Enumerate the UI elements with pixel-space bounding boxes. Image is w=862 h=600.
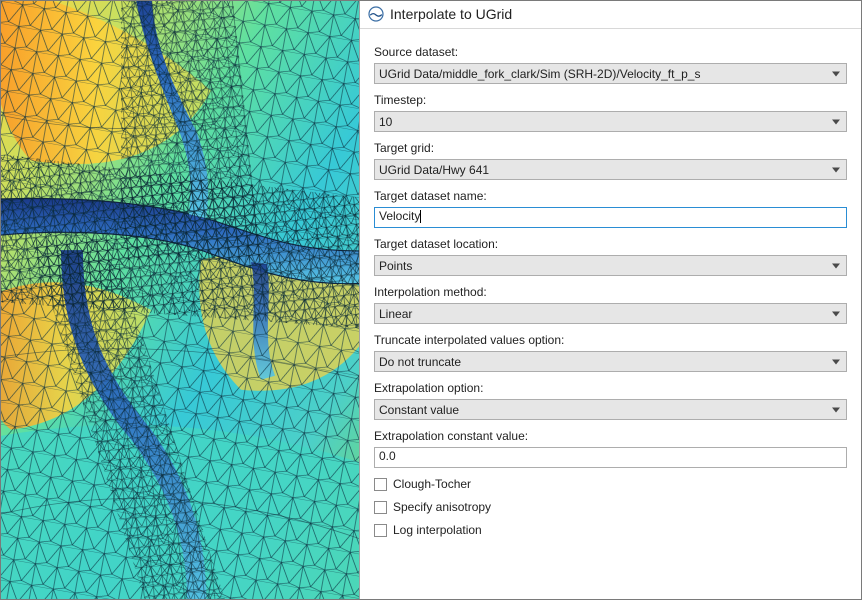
app-window: Interpolate to UGrid Source dataset: UGr… (0, 0, 862, 600)
log-interpolation-checkbox[interactable] (374, 524, 387, 537)
clough-tocher-row[interactable]: Clough-Tocher (374, 477, 847, 491)
specify-anisotropy-checkbox[interactable] (374, 501, 387, 514)
extrapolation-option-label: Extrapolation option: (374, 381, 847, 395)
truncate-option-value: Do not truncate (379, 355, 461, 369)
target-grid-label: Target grid: (374, 141, 847, 155)
log-interpolation-row[interactable]: Log interpolation (374, 523, 847, 537)
source-dataset-value: UGrid Data/middle_fork_clark/Sim (SRH-2D… (379, 67, 700, 81)
target-dataset-name-value: Velocity (379, 209, 420, 223)
mesh-render (1, 1, 359, 599)
dialog-body: Source dataset: UGrid Data/middle_fork_c… (360, 29, 861, 551)
dialog-title: Interpolate to UGrid (390, 6, 512, 22)
extrapolation-option-value: Constant value (379, 403, 459, 417)
timestep-value: 10 (379, 115, 392, 129)
clough-tocher-checkbox[interactable] (374, 478, 387, 491)
extrapolation-constant-input[interactable]: 0.0 (374, 447, 847, 468)
mesh-viewport[interactable] (1, 1, 359, 599)
truncate-option-label: Truncate interpolated values option: (374, 333, 847, 347)
target-dataset-location-select[interactable]: Points (374, 255, 847, 276)
clough-tocher-label: Clough-Tocher (393, 477, 471, 491)
source-dataset-label: Source dataset: (374, 45, 847, 59)
target-dataset-location-label: Target dataset location: (374, 237, 847, 251)
interpolate-dialog: Interpolate to UGrid Source dataset: UGr… (359, 1, 861, 599)
specify-anisotropy-row[interactable]: Specify anisotropy (374, 500, 847, 514)
interpolation-method-label: Interpolation method: (374, 285, 847, 299)
extrapolation-option-select[interactable]: Constant value (374, 399, 847, 420)
truncate-option-select[interactable]: Do not truncate (374, 351, 847, 372)
extrapolation-constant-label: Extrapolation constant value: (374, 429, 847, 443)
target-dataset-location-value: Points (379, 259, 412, 273)
specify-anisotropy-label: Specify anisotropy (393, 500, 491, 514)
extrapolation-constant-value: 0.0 (379, 449, 396, 463)
interpolation-method-select[interactable]: Linear (374, 303, 847, 324)
timestep-label: Timestep: (374, 93, 847, 107)
interpolation-method-value: Linear (379, 307, 412, 321)
log-interpolation-label: Log interpolation (393, 523, 482, 537)
app-logo-icon (368, 6, 384, 22)
timestep-select[interactable]: 10 (374, 111, 847, 132)
dialog-header: Interpolate to UGrid (360, 1, 861, 29)
target-grid-select[interactable]: UGrid Data/Hwy 641 (374, 159, 847, 180)
target-dataset-name-input[interactable]: Velocity (374, 207, 847, 228)
target-grid-value: UGrid Data/Hwy 641 (379, 163, 489, 177)
text-caret (420, 210, 421, 223)
source-dataset-select[interactable]: UGrid Data/middle_fork_clark/Sim (SRH-2D… (374, 63, 847, 84)
target-dataset-name-label: Target dataset name: (374, 189, 847, 203)
